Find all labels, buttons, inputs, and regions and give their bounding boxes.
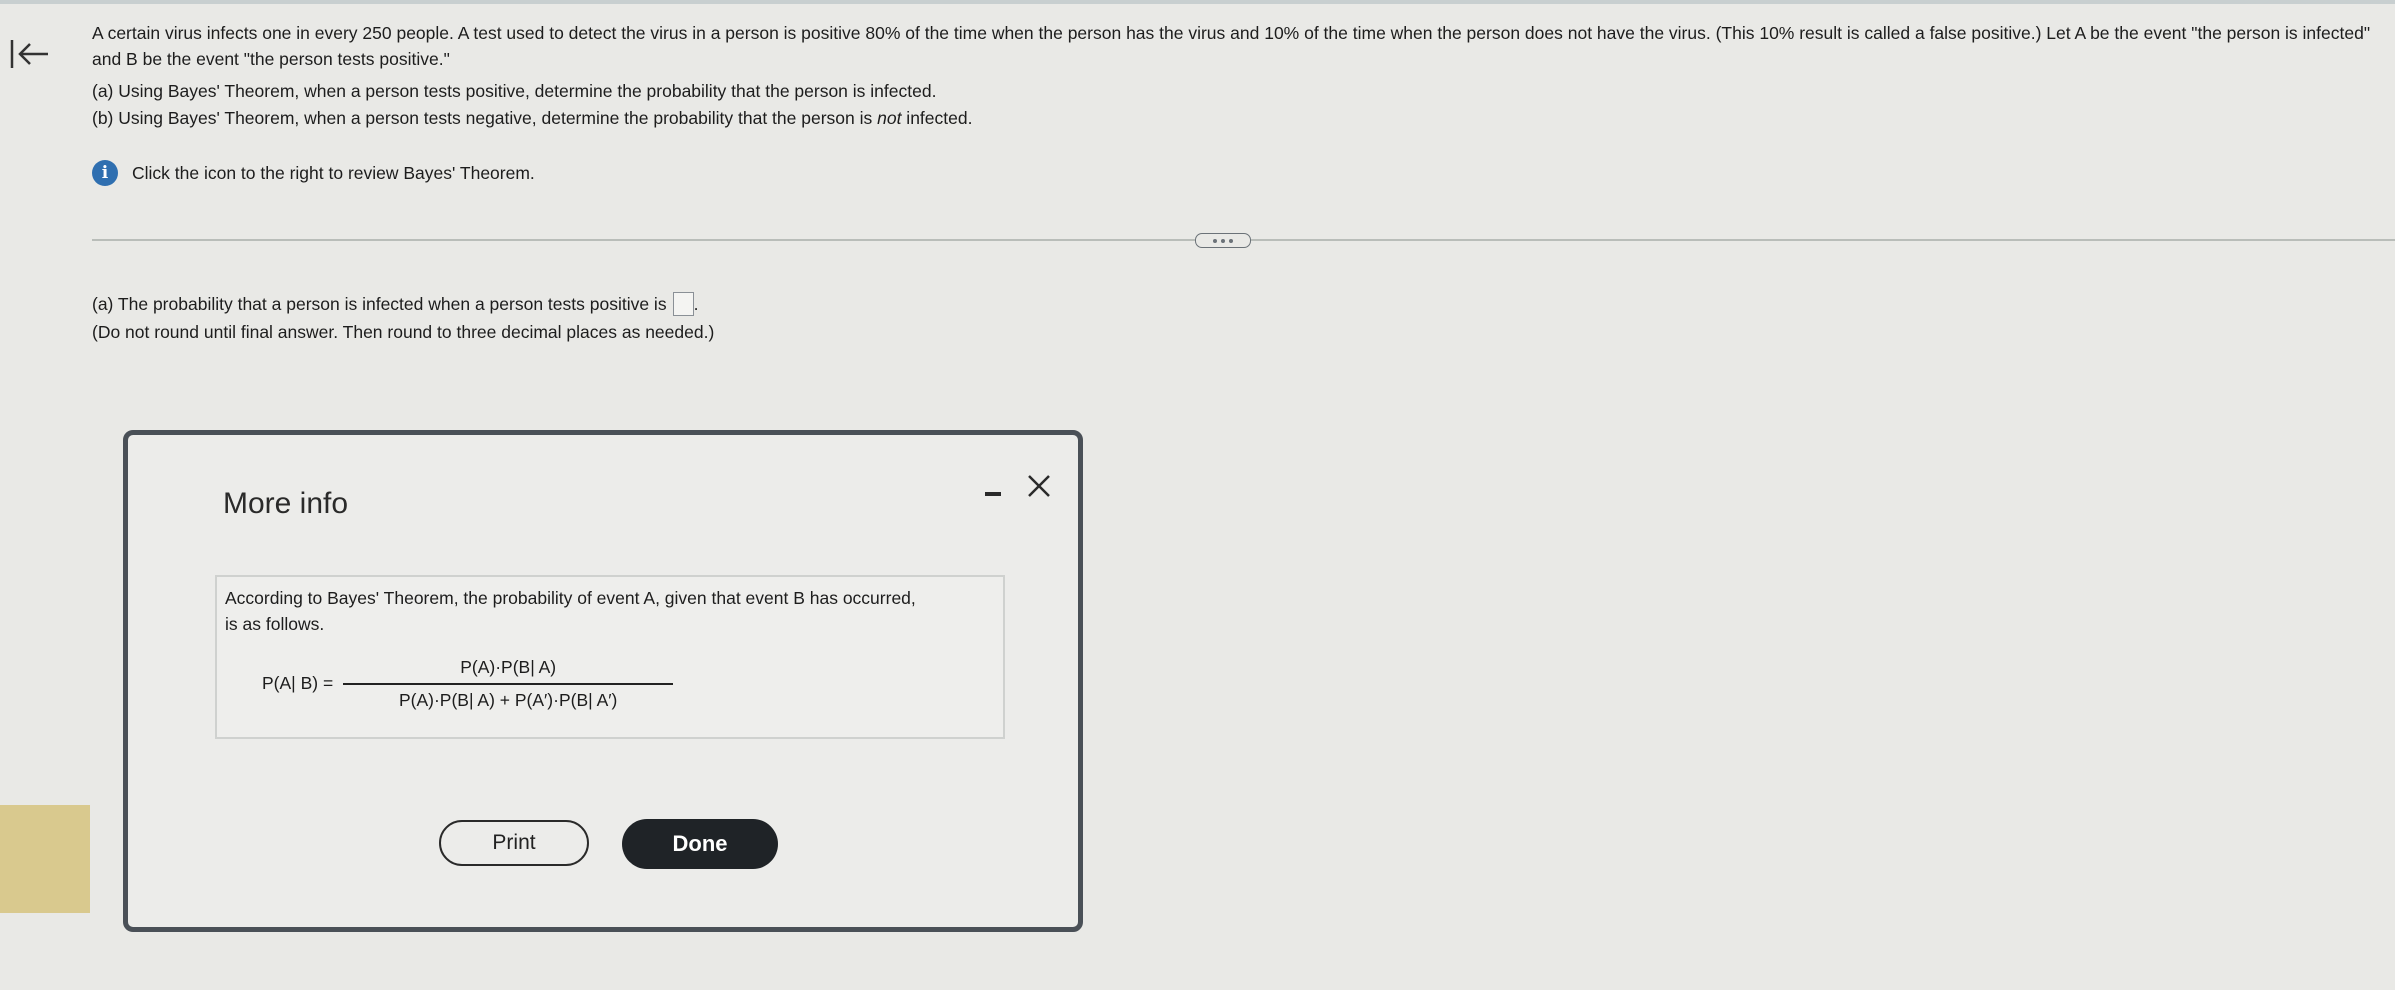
question-part-a: (a) Using Bayes' Theorem, when a person …	[92, 81, 937, 101]
question-part-b: (b) Using Bayes' Theorem, when a person …	[92, 105, 2382, 131]
close-icon[interactable]	[1024, 471, 1054, 501]
info-text: Click the icon to the right to review Ba…	[132, 162, 535, 183]
done-button[interactable]: Done	[622, 819, 778, 869]
minimize-icon[interactable]	[983, 479, 1003, 505]
answer-prompt-period: .	[693, 294, 699, 314]
more-info-dialog: More info According to Bayes' Theorem, t…	[123, 430, 1083, 932]
dialog-title: More info	[223, 487, 349, 520]
side-strip	[0, 805, 90, 913]
question-block: A certain virus infects one in every 250…	[92, 20, 2382, 131]
print-button[interactable]: Print	[439, 820, 589, 866]
formula-fraction: P(A)·P(B| A) P(A)·P(B| A) + P(A′)·P(B| A…	[343, 657, 674, 711]
part-b-tail: infected.	[901, 108, 973, 128]
bayes-description: According to Bayes' Theorem, the probabi…	[225, 588, 916, 634]
answer-block: (a) The probability that a person is inf…	[92, 290, 714, 346]
part-b-text: (b) Using Bayes' Theorem, when a person …	[92, 108, 878, 128]
formula-denominator: P(A)·P(B| A) + P(A′)·P(B| A′)	[398, 689, 618, 710]
info-row: i Click the icon to the right to review …	[92, 160, 535, 186]
bayes-formula: P(A| B) = P(A)·P(B| A) P(A)·P(B| A) + P(…	[262, 657, 674, 711]
part-b-emphasis: not	[877, 108, 902, 128]
answer-note: (Do not round until final answer. Then r…	[92, 322, 715, 342]
answer-prompt-text: (a) The probability that a person is inf…	[92, 294, 667, 314]
formula-lhs: P(A| B) =	[262, 673, 334, 694]
bayes-content-box: According to Bayes' Theorem, the probabi…	[215, 575, 1005, 739]
top-border	[0, 0, 2395, 4]
back-arrow-icon[interactable]	[8, 34, 52, 74]
formula-numerator: P(A)·P(B| A)	[460, 657, 557, 677]
more-dots-icon[interactable]	[1195, 233, 1251, 248]
question-intro: A certain virus infects one in every 250…	[92, 23, 2371, 69]
info-icon[interactable]: i	[92, 160, 118, 186]
answer-input[interactable]	[672, 292, 694, 316]
answer-prompt: (a) The probability that a person is inf…	[92, 290, 714, 318]
